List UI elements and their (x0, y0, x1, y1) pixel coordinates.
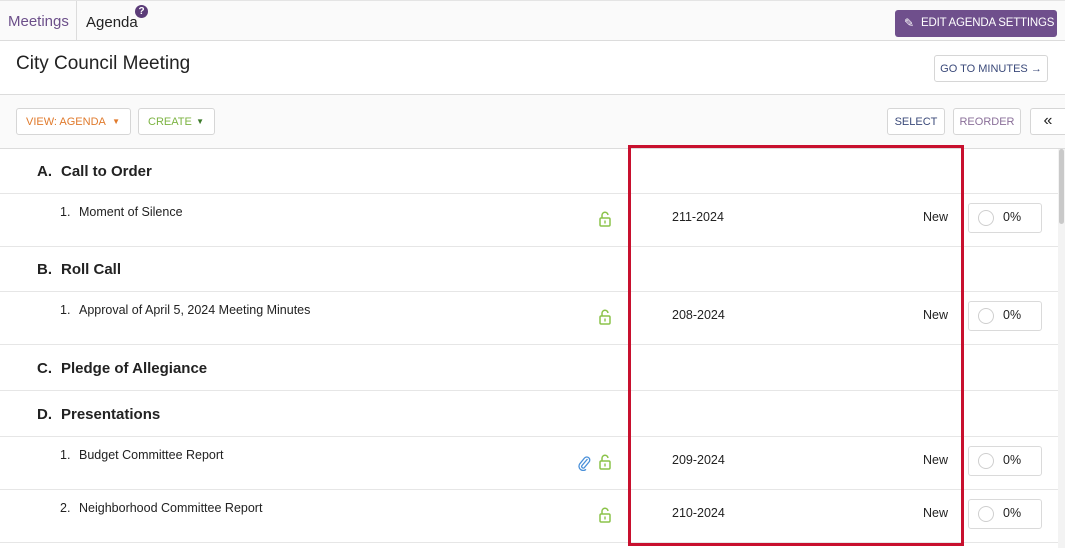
edit-agenda-settings-label: EDIT AGENDA SETTINGS (921, 17, 1055, 29)
progress-button[interactable]: 0% (968, 446, 1042, 476)
section-letter: B. (37, 261, 52, 278)
caret-down-icon: ▼ (196, 117, 204, 126)
create-dropdown[interactable]: CREATE ▼ (138, 108, 215, 135)
progress-button[interactable]: 0% (968, 499, 1042, 529)
select-button[interactable]: SELECT (887, 108, 945, 135)
pencil-icon: ✎ (904, 16, 914, 30)
progress-ring-icon (978, 210, 994, 226)
section-title: Pledge of Allegiance (61, 360, 208, 377)
item-index: 1. (60, 303, 71, 317)
paperclip-icon[interactable] (577, 454, 591, 471)
progress-percent: 0% (1003, 308, 1022, 322)
caret-down-icon: ▼ (112, 117, 120, 126)
item-index: 1. (60, 448, 71, 462)
help-icon[interactable]: ? (135, 5, 148, 18)
progress-percent: 0% (1003, 453, 1022, 467)
unlocked-icon (599, 454, 611, 470)
section-title: Presentations (61, 406, 161, 423)
scrollbar-thumb[interactable] (1059, 149, 1064, 224)
item-title[interactable]: Approval of April 5, 2024 Meeting Minute… (79, 303, 310, 317)
item-index: 2. (60, 501, 71, 515)
reorder-button[interactable]: REORDER (953, 108, 1021, 135)
progress-percent: 0% (1003, 506, 1022, 520)
section-title: Roll Call (61, 261, 122, 278)
unlocked-icon (599, 507, 611, 523)
item-title[interactable]: Budget Committee Report (79, 448, 224, 462)
create-label: CREATE (148, 116, 192, 128)
collapse-panel-button[interactable]: « (1030, 108, 1065, 135)
item-title[interactable]: Neighborhood Committee Report (79, 501, 262, 515)
section-letter: D. (37, 406, 52, 423)
progress-percent: 0% (1003, 210, 1022, 224)
progress-button[interactable]: 0% (968, 301, 1042, 331)
tab-meetings[interactable]: Meetings (0, 1, 77, 40)
highlight-annotation (628, 145, 964, 546)
unlocked-icon (599, 309, 611, 325)
tab-agenda[interactable]: Agenda (86, 1, 138, 40)
section-letter: A. (37, 163, 52, 180)
agenda-toolbar: VIEW: AGENDA ▼ CREATE ▼ SELECT REORDER « (0, 95, 1065, 149)
item-index: 1. (60, 205, 71, 219)
progress-ring-icon (978, 453, 994, 469)
unlocked-icon (599, 211, 611, 227)
top-nav-bar: Meetings Agenda ? ✎ EDIT AGENDA SETTINGS (0, 0, 1065, 41)
item-title[interactable]: Moment of Silence (79, 205, 183, 219)
section-title: Call to Order (61, 163, 152, 180)
progress-ring-icon (978, 506, 994, 522)
edit-agenda-settings-button[interactable]: ✎ EDIT AGENDA SETTINGS (895, 10, 1057, 37)
page-header: City Council Meeting GO TO MINUTES → (0, 41, 1065, 95)
section-letter: C. (37, 360, 52, 377)
progress-button[interactable]: 0% (968, 203, 1042, 233)
view-agenda-label: VIEW: AGENDA (26, 116, 106, 128)
page-title: City Council Meeting (16, 53, 191, 74)
view-agenda-dropdown[interactable]: VIEW: AGENDA ▼ (16, 108, 131, 135)
progress-ring-icon (978, 308, 994, 324)
go-to-minutes-button[interactable]: GO TO MINUTES → (934, 55, 1048, 82)
